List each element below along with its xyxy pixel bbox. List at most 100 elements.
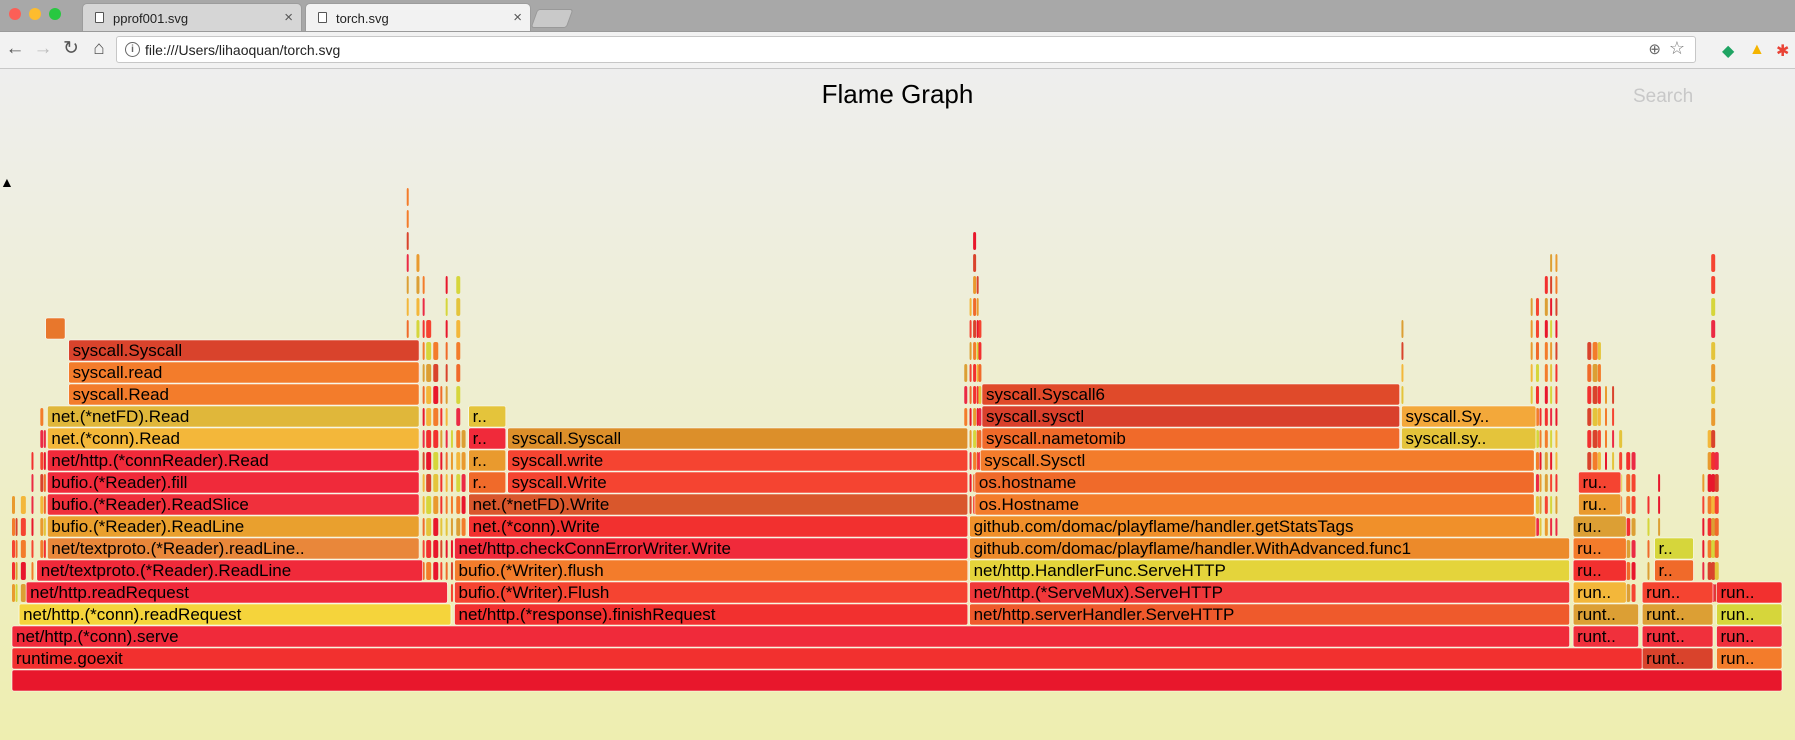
flame-frame[interactable]: bufio.(*Writer).Flush	[454, 581, 969, 604]
flame-frame[interactable]: net.(*netFD).Read	[47, 405, 420, 428]
spike-frame[interactable]	[1626, 474, 1631, 492]
spike-frame[interactable]	[440, 474, 443, 492]
spike-frame[interactable]	[1530, 320, 1533, 338]
spike-frame[interactable]	[440, 430, 443, 448]
spike-frame[interactable]	[1711, 276, 1716, 294]
spike-frame[interactable]	[1401, 320, 1404, 338]
spike-frame[interactable]	[461, 452, 466, 470]
spike-frame[interactable]	[445, 452, 448, 470]
spike-frame[interactable]	[1631, 452, 1636, 470]
spike-frame[interactable]	[456, 320, 461, 338]
spike-frame[interactable]	[461, 474, 466, 492]
spike-frame[interactable]	[422, 408, 425, 426]
close-window-button[interactable]	[9, 8, 21, 20]
spike-frame[interactable]	[976, 298, 979, 316]
flame-frame-rect[interactable]	[11, 669, 1783, 692]
spike-frame[interactable]	[406, 320, 409, 338]
spike-frame[interactable]	[1714, 540, 1719, 558]
spike-frame[interactable]	[1544, 474, 1548, 492]
spike-frame[interactable]	[1707, 540, 1712, 558]
flame-frame[interactable]: net/http.readRequest	[25, 581, 448, 604]
info-icon[interactable]: i	[125, 42, 140, 57]
spike-frame[interactable]	[406, 188, 409, 206]
flame-frame[interactable]: syscall.nametomib	[981, 427, 1400, 450]
flame-frame[interactable]: syscall.write	[507, 449, 969, 472]
spike-frame[interactable]	[1592, 430, 1598, 448]
spike-frame[interactable]	[1550, 254, 1553, 272]
spike-frame[interactable]	[406, 210, 409, 228]
spike-frame[interactable]	[450, 584, 453, 602]
spike-frame[interactable]	[422, 496, 425, 514]
flame-frame[interactable]: syscall.Sy..	[1401, 405, 1537, 428]
spike-frame[interactable]	[1711, 540, 1716, 558]
spike-frame[interactable]	[426, 540, 432, 558]
spike-frame[interactable]	[969, 364, 972, 382]
spike-frame[interactable]	[20, 584, 26, 602]
flame-frame[interactable]: runt..	[1572, 625, 1639, 648]
spike-frame[interactable]	[43, 452, 46, 470]
close-tab-icon[interactable]: ×	[284, 9, 293, 26]
spike-frame[interactable]	[1702, 540, 1705, 558]
spike-frame[interactable]	[456, 452, 461, 470]
spike-frame[interactable]	[1597, 430, 1601, 448]
spike-frame[interactable]	[445, 298, 448, 316]
spike-frame[interactable]	[976, 452, 979, 470]
spike-frame[interactable]	[1619, 430, 1623, 448]
spike-frame[interactable]	[422, 276, 425, 294]
spike-frame[interactable]	[422, 562, 425, 580]
spike-frame[interactable]	[1535, 386, 1539, 404]
spike-frame[interactable]	[1658, 496, 1661, 514]
flame-frame[interactable]: net/textproto.(*Reader).readLine..	[47, 537, 420, 560]
spike-frame[interactable]	[440, 452, 443, 470]
spike-frame[interactable]	[426, 430, 432, 448]
spike-frame[interactable]	[1626, 518, 1631, 536]
spike-frame[interactable]	[978, 364, 982, 382]
flame-frame[interactable]: net/http.(*ServeMux).ServeHTTP	[969, 581, 1570, 604]
spike-frame[interactable]	[450, 562, 453, 580]
spike-frame[interactable]	[969, 408, 972, 426]
flame-frame[interactable]: net/http.serverHandler.ServeHTTP	[969, 603, 1570, 626]
spike-frame[interactable]	[1555, 518, 1558, 536]
spike-frame[interactable]	[1401, 386, 1404, 404]
spike-frame[interactable]	[1539, 474, 1542, 492]
spike-frame[interactable]	[1550, 320, 1553, 338]
flame-frame[interactable]	[11, 669, 1783, 692]
spike-frame[interactable]	[43, 518, 46, 536]
spike-frame[interactable]	[1544, 452, 1548, 470]
flame-frame[interactable]: runt..	[1572, 603, 1639, 626]
spike-frame[interactable]	[20, 540, 26, 558]
spike-frame[interactable]	[440, 540, 443, 558]
spike-frame[interactable]	[1711, 298, 1716, 316]
spike-frame[interactable]	[978, 342, 982, 360]
spike-frame[interactable]	[406, 232, 409, 250]
spike-frame[interactable]	[422, 452, 425, 470]
flame-frame[interactable]: net/http.(*connReader).Read	[47, 449, 420, 472]
spike-frame[interactable]	[31, 562, 34, 580]
spike-frame[interactable]	[43, 540, 46, 558]
spike-frame[interactable]	[1555, 276, 1558, 294]
spike-frame[interactable]	[1550, 430, 1553, 448]
spike-frame[interactable]	[973, 452, 977, 470]
spike-frame[interactable]	[1535, 518, 1539, 536]
spike-frame[interactable]	[1401, 364, 1404, 382]
spike-frame[interactable]	[1631, 518, 1636, 536]
spike-frame[interactable]	[1711, 320, 1716, 338]
flame-frame[interactable]: bufio.(*Reader).ReadLine	[47, 515, 420, 538]
spike-frame[interactable]	[433, 408, 439, 426]
flame-frame[interactable]: ru..	[1572, 537, 1627, 560]
spike-frame[interactable]	[1587, 452, 1592, 470]
flame-frame[interactable]: run..	[1641, 581, 1714, 604]
spike-frame[interactable]	[1550, 496, 1553, 514]
spike-frame[interactable]	[406, 254, 409, 272]
spike-frame[interactable]	[1647, 562, 1650, 580]
spike-frame[interactable]	[973, 298, 977, 316]
spike-frame[interactable]	[40, 430, 44, 448]
spike-frame[interactable]	[1626, 584, 1631, 602]
flame-frame[interactable]: runt..	[1641, 647, 1714, 670]
spike-frame[interactable]	[976, 364, 979, 382]
spike-frame[interactable]	[1597, 342, 1601, 360]
spike-frame[interactable]	[1592, 364, 1598, 382]
spike-frame[interactable]	[440, 562, 443, 580]
spike-frame[interactable]	[1530, 342, 1533, 360]
flame-frame[interactable]: syscall.sy..	[1401, 427, 1537, 450]
